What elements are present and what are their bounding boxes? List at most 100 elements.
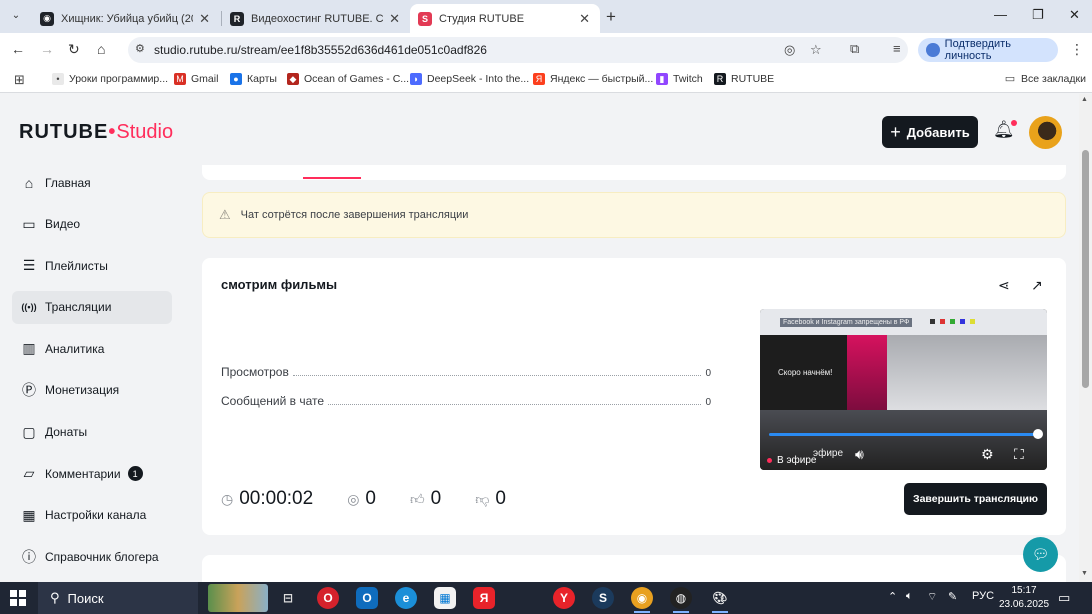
bookmark-gmail[interactable]: M Gmail xyxy=(174,73,218,85)
fullscreen-icon[interactable]: ⛶ xyxy=(1014,446,1024,463)
taskbar-search[interactable]: ⚲ Поиск xyxy=(38,582,198,614)
share-icon[interactable]: ⋖ xyxy=(998,277,1010,294)
thumbs-down-icon: 👎︎ xyxy=(475,490,490,507)
speaker-icon[interactable]: 🔈︎ xyxy=(906,590,913,603)
settings-gear-icon[interactable]: ⚙ xyxy=(981,446,994,463)
close-tab-icon[interactable]: ✕ xyxy=(389,11,400,27)
sidebar-item-channel-settings[interactable]: ▦ Настройки канала xyxy=(12,499,172,532)
bookmark-star-icon[interactable]: ☆ xyxy=(810,42,822,58)
eye-off-icon[interactable]: ◎ xyxy=(784,42,795,58)
bookmark-yandex[interactable]: Я Яндекс — быстрый... xyxy=(533,73,653,85)
sidebar-item-blogger-guide[interactable]: ⓘ Справочник блогера xyxy=(12,540,172,573)
new-tab-button[interactable]: + xyxy=(606,7,616,27)
scroll-down-icon[interactable]: ▼ xyxy=(1081,570,1088,577)
reload-icon[interactable]: ↻ xyxy=(68,41,80,58)
bookmark-label: Gmail xyxy=(191,73,219,85)
thumbs-up-icon: 👍︎ xyxy=(409,490,425,507)
scrollbar-thumb[interactable] xyxy=(1082,150,1089,388)
rutube-studio-logo[interactable]: RUTUBE•Studio xyxy=(19,121,173,144)
bookmark-maps[interactable]: ● Карты xyxy=(230,73,277,85)
channel-settings-icon: ▦ xyxy=(22,506,36,523)
notification-center-icon[interactable]: ▭ xyxy=(1058,590,1070,606)
browser-tab-rutube-studio[interactable]: S Студия RUTUBE ✕ xyxy=(410,4,600,33)
live-label: В эфире xyxy=(777,455,817,466)
windows-start-icon[interactable] xyxy=(10,590,26,606)
preview-progress-bar[interactable] xyxy=(769,433,1039,436)
chrome-icon[interactable]: ◉ xyxy=(631,587,653,613)
sidebar-item-comments[interactable]: ▱ Комментарии 1 xyxy=(12,457,172,490)
sidebar-item-donations[interactable]: ▢ Донаты xyxy=(12,416,172,449)
yandex-browser-icon[interactable]: Y xyxy=(553,587,575,609)
support-chat-icon[interactable]: 💬︎ xyxy=(1023,537,1058,572)
preview-pink-block xyxy=(847,335,887,410)
browser-tab-predator[interactable]: ◉ Хищник: Убийца убийц (2025) ✕ xyxy=(32,4,220,33)
sidebar-item-home[interactable]: ⌂ Главная xyxy=(12,166,172,199)
verify-identity-label: Подтвердить личность xyxy=(944,38,1011,62)
all-bookmarks-folder[interactable]: ▭ Все закладки xyxy=(1004,73,1086,85)
obs-icon[interactable]: ◍ xyxy=(670,587,692,613)
taskbar-clock[interactable]: 15:17 23.06.2025 xyxy=(996,584,1052,612)
home-icon: ⌂ xyxy=(24,174,34,191)
close-tab-icon[interactable]: ✕ xyxy=(199,11,210,27)
bookmarks-bar: ⊞ • Уроки программир... M Gmail ● Карты … xyxy=(0,67,1092,93)
bookmark-ocean-of-games[interactable]: ◆ Ocean of Games - C... xyxy=(287,73,409,85)
plus-icon: + xyxy=(890,121,901,142)
network-icon[interactable]: ⌔ xyxy=(927,590,937,604)
apps-grid-icon[interactable]: ⊞ xyxy=(14,72,25,88)
restore-window-icon[interactable]: ❐ xyxy=(1032,7,1044,23)
tray-overflow-icon[interactable]: ⌃ xyxy=(888,590,897,603)
home-icon[interactable]: ⌂ xyxy=(97,41,105,57)
address-bar[interactable]: ⚙ studio.rutube.ru/stream/ee1f8b35552d63… xyxy=(128,37,908,63)
stream-preview-player[interactable]: Facebook и Instagram запрещены в РФ Скор… xyxy=(760,309,1047,470)
pen-icon[interactable]: ✎ xyxy=(948,590,957,603)
sidebar-item-video[interactable]: ▭ Видео xyxy=(12,208,172,241)
analytics-icon: ▥ xyxy=(22,340,36,357)
site-info-icon[interactable]: ⚙ xyxy=(135,42,145,55)
bookmark-twitch[interactable]: ▮ Twitch xyxy=(656,73,703,85)
edge-icon[interactable]: e xyxy=(395,587,417,609)
sidebar-item-monetization[interactable]: Ⓟ Монетизация xyxy=(12,374,172,407)
task-view-icon[interactable]: ⊟ xyxy=(277,587,299,609)
outlook-icon[interactable]: O xyxy=(356,587,378,609)
close-window-icon[interactable]: ✕ xyxy=(1069,7,1080,23)
language-indicator[interactable]: РУС xyxy=(972,590,994,602)
sidebar-item-label: Монетизация xyxy=(45,383,120,398)
opera-icon[interactable]: O xyxy=(317,587,339,609)
bookmark-deepseek[interactable]: ◗ DeepSeek - Into the... xyxy=(410,73,529,85)
sidebar-item-broadcasts[interactable]: ((•)) Трансляции xyxy=(12,290,172,324)
browser-tab-rutube[interactable]: R Видеохостинг RUTUBE. Смотри ✕ xyxy=(222,4,410,33)
verify-identity-button[interactable]: Подтвердить личность xyxy=(918,38,1058,62)
sidebar-item-analytics[interactable]: ▥ Аналитика xyxy=(12,332,172,365)
paint-icon[interactable]: 🎨︎ xyxy=(709,587,731,613)
sidebar-item-label: Настройки канала xyxy=(45,508,147,523)
comments-count-badge: 1 xyxy=(127,466,143,482)
tab-search-button[interactable]: ⌄ xyxy=(6,6,26,26)
store-icon[interactable]: ▦ xyxy=(434,587,456,609)
back-arrow-icon[interactable]: ← xyxy=(11,41,25,57)
taskbar-weather-picture[interactable] xyxy=(208,584,268,612)
add-button[interactable]: + Добавить xyxy=(882,116,978,148)
media-control-icon[interactable]: ≡ xyxy=(893,41,901,56)
rutube-favicon-icon: R xyxy=(230,11,244,26)
user-avatar[interactable] xyxy=(1029,116,1062,149)
steam-icon[interactable]: S xyxy=(592,587,614,609)
page-scrollbar[interactable]: ▲ ▼ xyxy=(1079,94,1092,582)
bookmark-rutube[interactable]: R RUTUBE xyxy=(714,73,774,85)
notifications-bell-icon[interactable]: 🔔︎ xyxy=(993,120,1017,140)
bookmark-lessons[interactable]: • Уроки программир... xyxy=(52,73,168,85)
browser-menu-icon[interactable]: ⋮ xyxy=(1070,41,1084,58)
scroll-up-icon[interactable]: ▲ xyxy=(1081,96,1088,103)
sidebar-item-playlists[interactable]: ☰ Плейлисты xyxy=(12,249,172,282)
volume-icon[interactable]: 🔊︎ xyxy=(855,446,864,463)
yandex-music-icon[interactable]: Я xyxy=(473,587,495,609)
preview-soon-text: Скоро начнём! xyxy=(778,368,833,377)
forward-arrow-icon[interactable]: → xyxy=(40,41,54,57)
finish-stream-button[interactable]: Завершить трансляцию xyxy=(904,483,1047,515)
minimize-window-icon[interactable]: — xyxy=(994,7,1007,22)
likes-metric: 👍︎ 0 xyxy=(410,488,441,510)
sidebar-item-label: Справочник блогера xyxy=(45,549,159,564)
open-external-icon[interactable]: ↗ xyxy=(1031,277,1043,294)
close-tab-icon[interactable]: ✕ xyxy=(579,11,590,27)
preview-progress-knob[interactable] xyxy=(1033,429,1043,439)
extensions-icon[interactable]: ⧉ xyxy=(850,41,859,57)
